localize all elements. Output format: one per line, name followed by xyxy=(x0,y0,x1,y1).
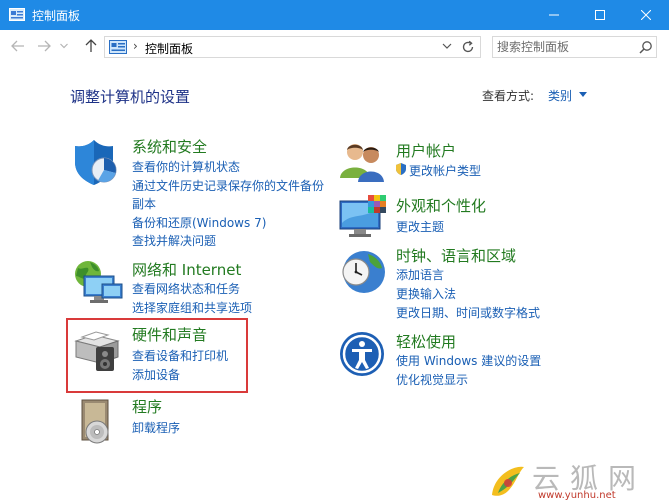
watermark-url: www.yunhu.net xyxy=(538,490,616,501)
clock-globe-icon xyxy=(342,251,385,293)
close-button[interactable] xyxy=(623,0,669,30)
minimize-icon xyxy=(549,14,559,16)
view-by-label: 查看方式: xyxy=(482,89,535,103)
users-icon xyxy=(340,144,384,182)
link-change-theme[interactable]: 更改主题 xyxy=(396,218,444,235)
page-heading: 调整计算机的设置 xyxy=(70,88,191,106)
link-file-history-backup-cont[interactable]: 副本 xyxy=(132,195,156,212)
back-button[interactable] xyxy=(9,38,27,54)
ease-of-access-icon xyxy=(340,332,384,376)
network-globe-icon xyxy=(75,261,123,303)
watermark-logo-icon xyxy=(492,466,524,496)
forward-button[interactable] xyxy=(35,38,53,54)
link-optimize-visual-display[interactable]: 优化视觉显示 xyxy=(396,371,468,388)
link-network-status[interactable]: 查看网络状态和任务 xyxy=(132,280,240,297)
view-by-chevron-icon[interactable] xyxy=(579,92,587,97)
minimize-button[interactable] xyxy=(531,0,577,30)
uac-shield-icon xyxy=(396,163,406,175)
navigation-bar: › 控制面板 xyxy=(0,30,669,62)
link-change-input-method[interactable]: 更换输入法 xyxy=(396,285,456,302)
link-uninstall-program[interactable]: 卸载程序 xyxy=(132,419,180,436)
recent-locations-button[interactable] xyxy=(58,38,70,54)
link-file-history-backup[interactable]: 通过文件历史记录保存你的文件备份 xyxy=(132,177,324,194)
view-by-dropdown[interactable]: 类别 xyxy=(548,87,572,104)
appearance-monitor-icon xyxy=(339,195,386,237)
link-change-date-time-format[interactable]: 更改日期、时间或数字格式 xyxy=(396,304,540,321)
category-title-clock-language-region[interactable]: 时钟、语言和区域 xyxy=(396,245,516,266)
highlight-box xyxy=(66,318,248,393)
title-bar: 控制面板 xyxy=(0,0,669,30)
forward-arrow-icon xyxy=(38,40,51,52)
close-icon xyxy=(641,10,651,20)
refresh-icon[interactable] xyxy=(461,40,475,54)
chevron-down-icon xyxy=(60,43,68,49)
watermark: 云狐网 www.yunhu.net xyxy=(488,457,669,504)
up-button[interactable] xyxy=(82,38,100,54)
control-panel-app-icon xyxy=(9,8,25,21)
category-title-network-internet[interactable]: 网络和 Internet xyxy=(132,259,241,280)
category-title-ease-of-access[interactable]: 轻松使用 xyxy=(396,331,456,352)
link-add-language[interactable]: 添加语言 xyxy=(396,266,444,283)
breadcrumb-separator: › xyxy=(133,39,138,53)
category-title-system-security[interactable]: 系统和安全 xyxy=(132,136,207,157)
address-dropdown-icon[interactable] xyxy=(442,41,452,51)
search-box[interactable] xyxy=(492,36,657,58)
link-view-computer-status[interactable]: 查看你的计算机状态 xyxy=(132,158,240,175)
maximize-button[interactable] xyxy=(577,0,623,30)
breadcrumb-control-panel[interactable]: 控制面板 xyxy=(145,40,193,57)
category-title-programs[interactable]: 程序 xyxy=(132,396,162,417)
link-change-account-type[interactable]: 更改帐户类型 xyxy=(409,162,481,179)
maximize-icon xyxy=(595,10,605,20)
search-icon[interactable] xyxy=(639,40,653,54)
shield-icon xyxy=(75,140,117,185)
control-panel-icon xyxy=(109,40,127,54)
link-homegroup-sharing[interactable]: 选择家庭组和共享选项 xyxy=(132,299,252,316)
programs-disc-icon xyxy=(81,399,109,444)
address-bar[interactable]: › 控制面板 xyxy=(104,36,481,58)
back-arrow-icon xyxy=(11,40,24,52)
up-arrow-icon xyxy=(85,39,97,52)
category-title-appearance[interactable]: 外观和个性化 xyxy=(396,195,486,216)
link-backup-restore[interactable]: 备份和还原(Windows 7) xyxy=(132,214,266,231)
link-windows-recommended-settings[interactable]: 使用 Windows 建议的设置 xyxy=(396,352,541,369)
link-troubleshoot[interactable]: 查找并解决问题 xyxy=(132,232,216,249)
search-input[interactable] xyxy=(497,39,632,55)
category-title-user-accounts[interactable]: 用户帐户 xyxy=(396,140,456,161)
window-title: 控制面板 xyxy=(32,9,81,23)
